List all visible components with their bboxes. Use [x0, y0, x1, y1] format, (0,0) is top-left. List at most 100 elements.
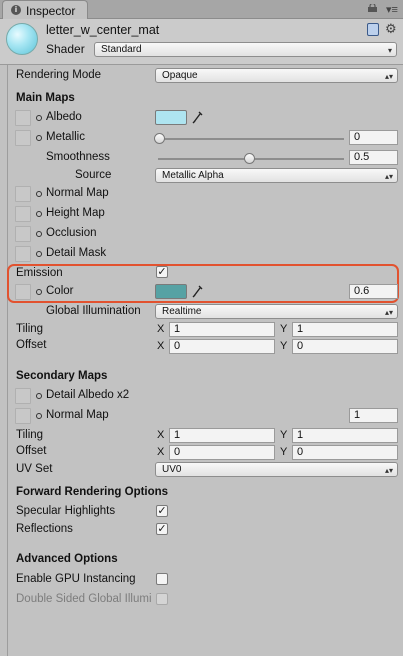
metallic-value-field[interactable]: 0	[349, 130, 398, 145]
emission-color-label: Color	[46, 285, 74, 297]
detail-albedo-texture-slot[interactable]	[15, 388, 31, 404]
emission-label: Emission	[16, 267, 63, 279]
height-map-texture-slot[interactable]	[15, 206, 31, 222]
main-offset-label: Offset	[16, 339, 47, 351]
metallic-slider-handle[interactable]	[154, 133, 165, 144]
secondary-normal-scale-field[interactable]: 1	[349, 408, 398, 423]
normal-map-texture-slot[interactable]	[15, 186, 31, 202]
lock-icon[interactable]	[368, 4, 377, 12]
source-dropdown[interactable]: Metallic Alpha ▴▾	[155, 168, 398, 183]
double-sided-gi-label: Double Sided Global Illumi	[16, 593, 152, 605]
object-picker-icon[interactable]	[36, 115, 42, 121]
y-axis-label: Y	[280, 323, 288, 335]
material-name: letter_w_center_mat	[46, 23, 160, 37]
y-axis-label: Y	[280, 446, 288, 458]
main-tiling-x-field[interactable]: 1	[169, 322, 275, 337]
albedo-texture-slot[interactable]	[15, 110, 31, 126]
global-illumination-dropdown[interactable]: Realtime ▴▾	[155, 304, 398, 319]
secondary-tiling-x-field[interactable]: 1	[169, 428, 275, 443]
x-axis-label: X	[157, 323, 165, 335]
smoothness-value-field[interactable]: 0.5	[349, 150, 398, 165]
uv-set-value: UV0	[162, 464, 182, 475]
secondary-maps-heading: Secondary Maps	[16, 370, 108, 382]
object-picker-icon[interactable]	[36, 393, 42, 399]
shader-value: Standard	[101, 44, 142, 55]
secondary-offset-x-field[interactable]: 0	[169, 445, 275, 460]
chevron-updown-icon: ▴▾	[384, 308, 393, 317]
uv-set-dropdown[interactable]: UV0 ▴▾	[155, 462, 398, 477]
shader-label: Shader	[46, 42, 85, 56]
source-label: Source	[75, 169, 112, 181]
y-axis-label: Y	[280, 340, 288, 352]
secondary-tiling-y-field[interactable]: 1	[292, 428, 398, 443]
double-sided-gi-checkbox	[156, 593, 168, 605]
occlusion-label: Occlusion	[46, 227, 97, 239]
reflections-checkbox[interactable]: ✓	[156, 523, 168, 535]
specular-highlights-label: Specular Highlights	[16, 505, 116, 517]
emission-color-swatch[interactable]	[155, 284, 187, 299]
main-offset-y-field[interactable]: 0	[292, 339, 398, 354]
y-axis-label: Y	[280, 429, 288, 441]
emission-texture-slot[interactable]	[15, 284, 31, 300]
metallic-texture-slot[interactable]	[15, 130, 31, 146]
global-illumination-value: Realtime	[162, 306, 202, 317]
smoothness-label: Smoothness	[46, 151, 110, 163]
help-book-icon[interactable]	[367, 23, 379, 36]
normal-map-label: Normal Map	[46, 187, 109, 199]
rendering-mode-dropdown[interactable]: Opaque ▴▾	[155, 68, 398, 83]
main-offset-x-field[interactable]: 0	[169, 339, 275, 354]
gear-icon[interactable]: ⚙	[385, 21, 397, 37]
specular-highlights-checkbox[interactable]: ✓	[156, 505, 168, 517]
secondary-normal-map-texture-slot[interactable]	[15, 408, 31, 424]
chevron-updown-icon: ▴▾	[384, 72, 393, 81]
x-axis-label: X	[157, 340, 165, 352]
shader-dropdown[interactable]: Standard ▾	[94, 42, 397, 57]
x-axis-label: X	[157, 446, 165, 458]
main-maps-heading: Main Maps	[16, 92, 75, 104]
forward-rendering-heading: Forward Rendering Options	[16, 486, 169, 498]
emission-checkbox[interactable]: ✓	[156, 266, 168, 278]
main-tiling-label: Tiling	[16, 323, 44, 335]
global-illumination-label: Global Illumination	[46, 305, 141, 317]
object-picker-icon[interactable]	[36, 231, 42, 237]
detail-mask-texture-slot[interactable]	[15, 246, 31, 262]
secondary-offset-label: Offset	[16, 445, 47, 457]
height-map-label: Height Map	[46, 207, 105, 219]
secondary-normal-map-label: Normal Map	[46, 409, 109, 421]
metallic-slider-track[interactable]	[158, 138, 344, 140]
object-picker-icon[interactable]	[36, 289, 42, 295]
eyedropper-icon[interactable]	[192, 110, 204, 124]
object-picker-icon[interactable]	[36, 135, 42, 141]
rendering-mode-value: Opaque	[162, 70, 198, 81]
chevron-updown-icon: ▴▾	[384, 466, 393, 475]
object-picker-icon[interactable]	[36, 413, 42, 419]
tab-menu-icon[interactable]: ▾≡	[386, 3, 398, 16]
emission-intensity-field[interactable]: 0.6	[349, 284, 398, 299]
albedo-label: Albedo	[46, 111, 82, 123]
material-preview-icon	[6, 23, 38, 55]
tab-label: Inspector	[26, 4, 76, 18]
object-picker-icon[interactable]	[36, 211, 42, 217]
object-picker-icon[interactable]	[36, 191, 42, 197]
detail-albedo-label: Detail Albedo x2	[46, 389, 130, 401]
uv-set-label: UV Set	[16, 463, 53, 475]
gpu-instancing-label: Enable GPU Instancing	[16, 573, 136, 585]
metallic-label: Metallic	[46, 131, 85, 143]
eyedropper-icon[interactable]	[192, 284, 204, 298]
chevron-down-icon: ▾	[387, 46, 392, 55]
detail-mask-label: Detail Mask	[46, 247, 107, 259]
albedo-color-swatch[interactable]	[155, 110, 187, 125]
reflections-label: Reflections	[16, 523, 73, 535]
smoothness-slider-handle[interactable]	[244, 153, 255, 164]
occlusion-texture-slot[interactable]	[15, 226, 31, 242]
secondary-offset-y-field[interactable]: 0	[292, 445, 398, 460]
rendering-mode-label: Rendering Mode	[16, 69, 102, 81]
tab-inspector[interactable]: i Inspector	[2, 0, 88, 19]
object-picker-icon[interactable]	[36, 251, 42, 257]
source-value: Metallic Alpha	[162, 170, 224, 181]
main-tiling-y-field[interactable]: 1	[292, 322, 398, 337]
secondary-tiling-label: Tiling	[16, 429, 44, 441]
tab-bar: i Inspector ▾≡	[0, 0, 403, 19]
x-axis-label: X	[157, 429, 165, 441]
gpu-instancing-checkbox[interactable]	[156, 573, 168, 585]
